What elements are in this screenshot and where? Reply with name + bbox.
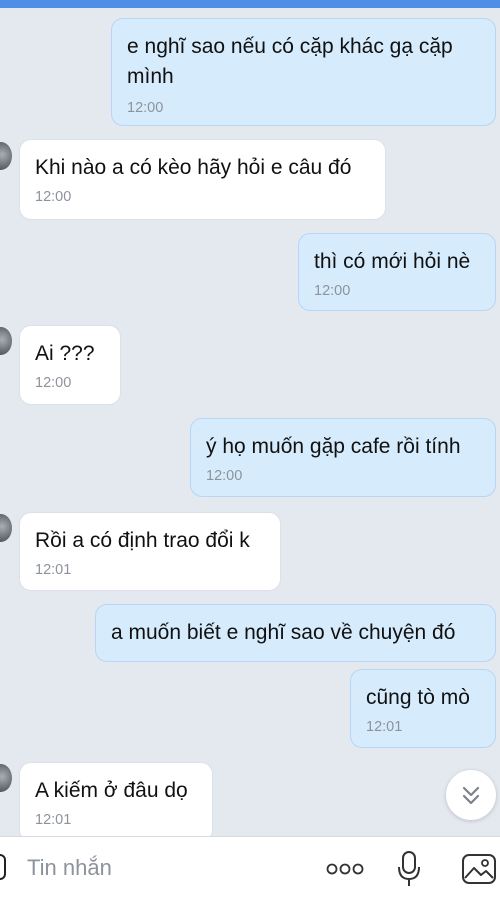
double-chevron-down-icon [462,786,480,805]
message-text: cũng tò mò [366,686,470,709]
message-text: Khi nào a có kèo hãy hỏi e câu đó [35,156,352,179]
message-time: 12:00 [35,375,72,391]
microphone-icon[interactable] [396,850,422,888]
message-time: 12:00 [127,100,164,116]
message-time: 12:00 [206,468,243,484]
emoji-icon[interactable] [0,854,6,880]
contact-avatar[interactable] [0,764,12,792]
message-time: 12:01 [35,562,72,578]
message-input[interactable]: Tin nhắn [27,855,112,881]
message-bubble-incoming[interactable]: Khi nào a có kèo hãy hỏi e câu đó 12:00 [19,139,386,220]
message-text: Rồi a có định trao đổi k [35,529,250,552]
message-text: A kiếm ở đâu dọ [35,779,188,802]
contact-avatar[interactable] [0,327,12,355]
message-bubble-outgoing[interactable]: ý họ muốn gặp cafe rồi tính 12:00 [190,418,496,497]
scroll-to-bottom-button[interactable] [446,770,496,820]
message-text: ý họ muốn gặp cafe rồi tính [206,435,461,458]
message-bubble-outgoing[interactable]: a muốn biết e nghĩ sao về chuyện đó [95,604,496,662]
top-accent-bar [0,0,500,8]
message-bubble-incoming[interactable]: A kiếm ở đâu dọ 12:01 [19,762,213,842]
message-bubble-incoming[interactable]: Ai ??? 12:00 [19,325,121,405]
message-composer: Tin nhắn [0,836,500,901]
contact-avatar[interactable] [0,142,12,170]
message-bubble-incoming[interactable]: Rồi a có định trao đổi k 12:01 [19,512,281,591]
image-icon[interactable] [461,853,497,885]
more-icon[interactable] [325,859,365,879]
contact-avatar[interactable] [0,514,12,542]
message-bubble-outgoing[interactable]: thì có mới hỏi nè 12:00 [298,233,496,311]
message-time: 12:01 [366,719,403,735]
message-time: 12:00 [35,189,72,205]
message-time: 12:01 [35,812,72,828]
message-text: thì có mới hỏi nè [314,250,471,273]
message-text: e nghĩ sao nếu có cặp khác gạ cặp mình [127,35,453,88]
message-bubble-outgoing[interactable]: e nghĩ sao nếu có cặp khác gạ cặp mình 1… [111,18,496,126]
message-text: Ai ??? [35,342,95,365]
message-bubble-outgoing[interactable]: cũng tò mò 12:01 [350,669,496,748]
message-time: 12:00 [314,283,351,299]
message-text: a muốn biết e nghĩ sao về chuyện đó [111,621,456,644]
